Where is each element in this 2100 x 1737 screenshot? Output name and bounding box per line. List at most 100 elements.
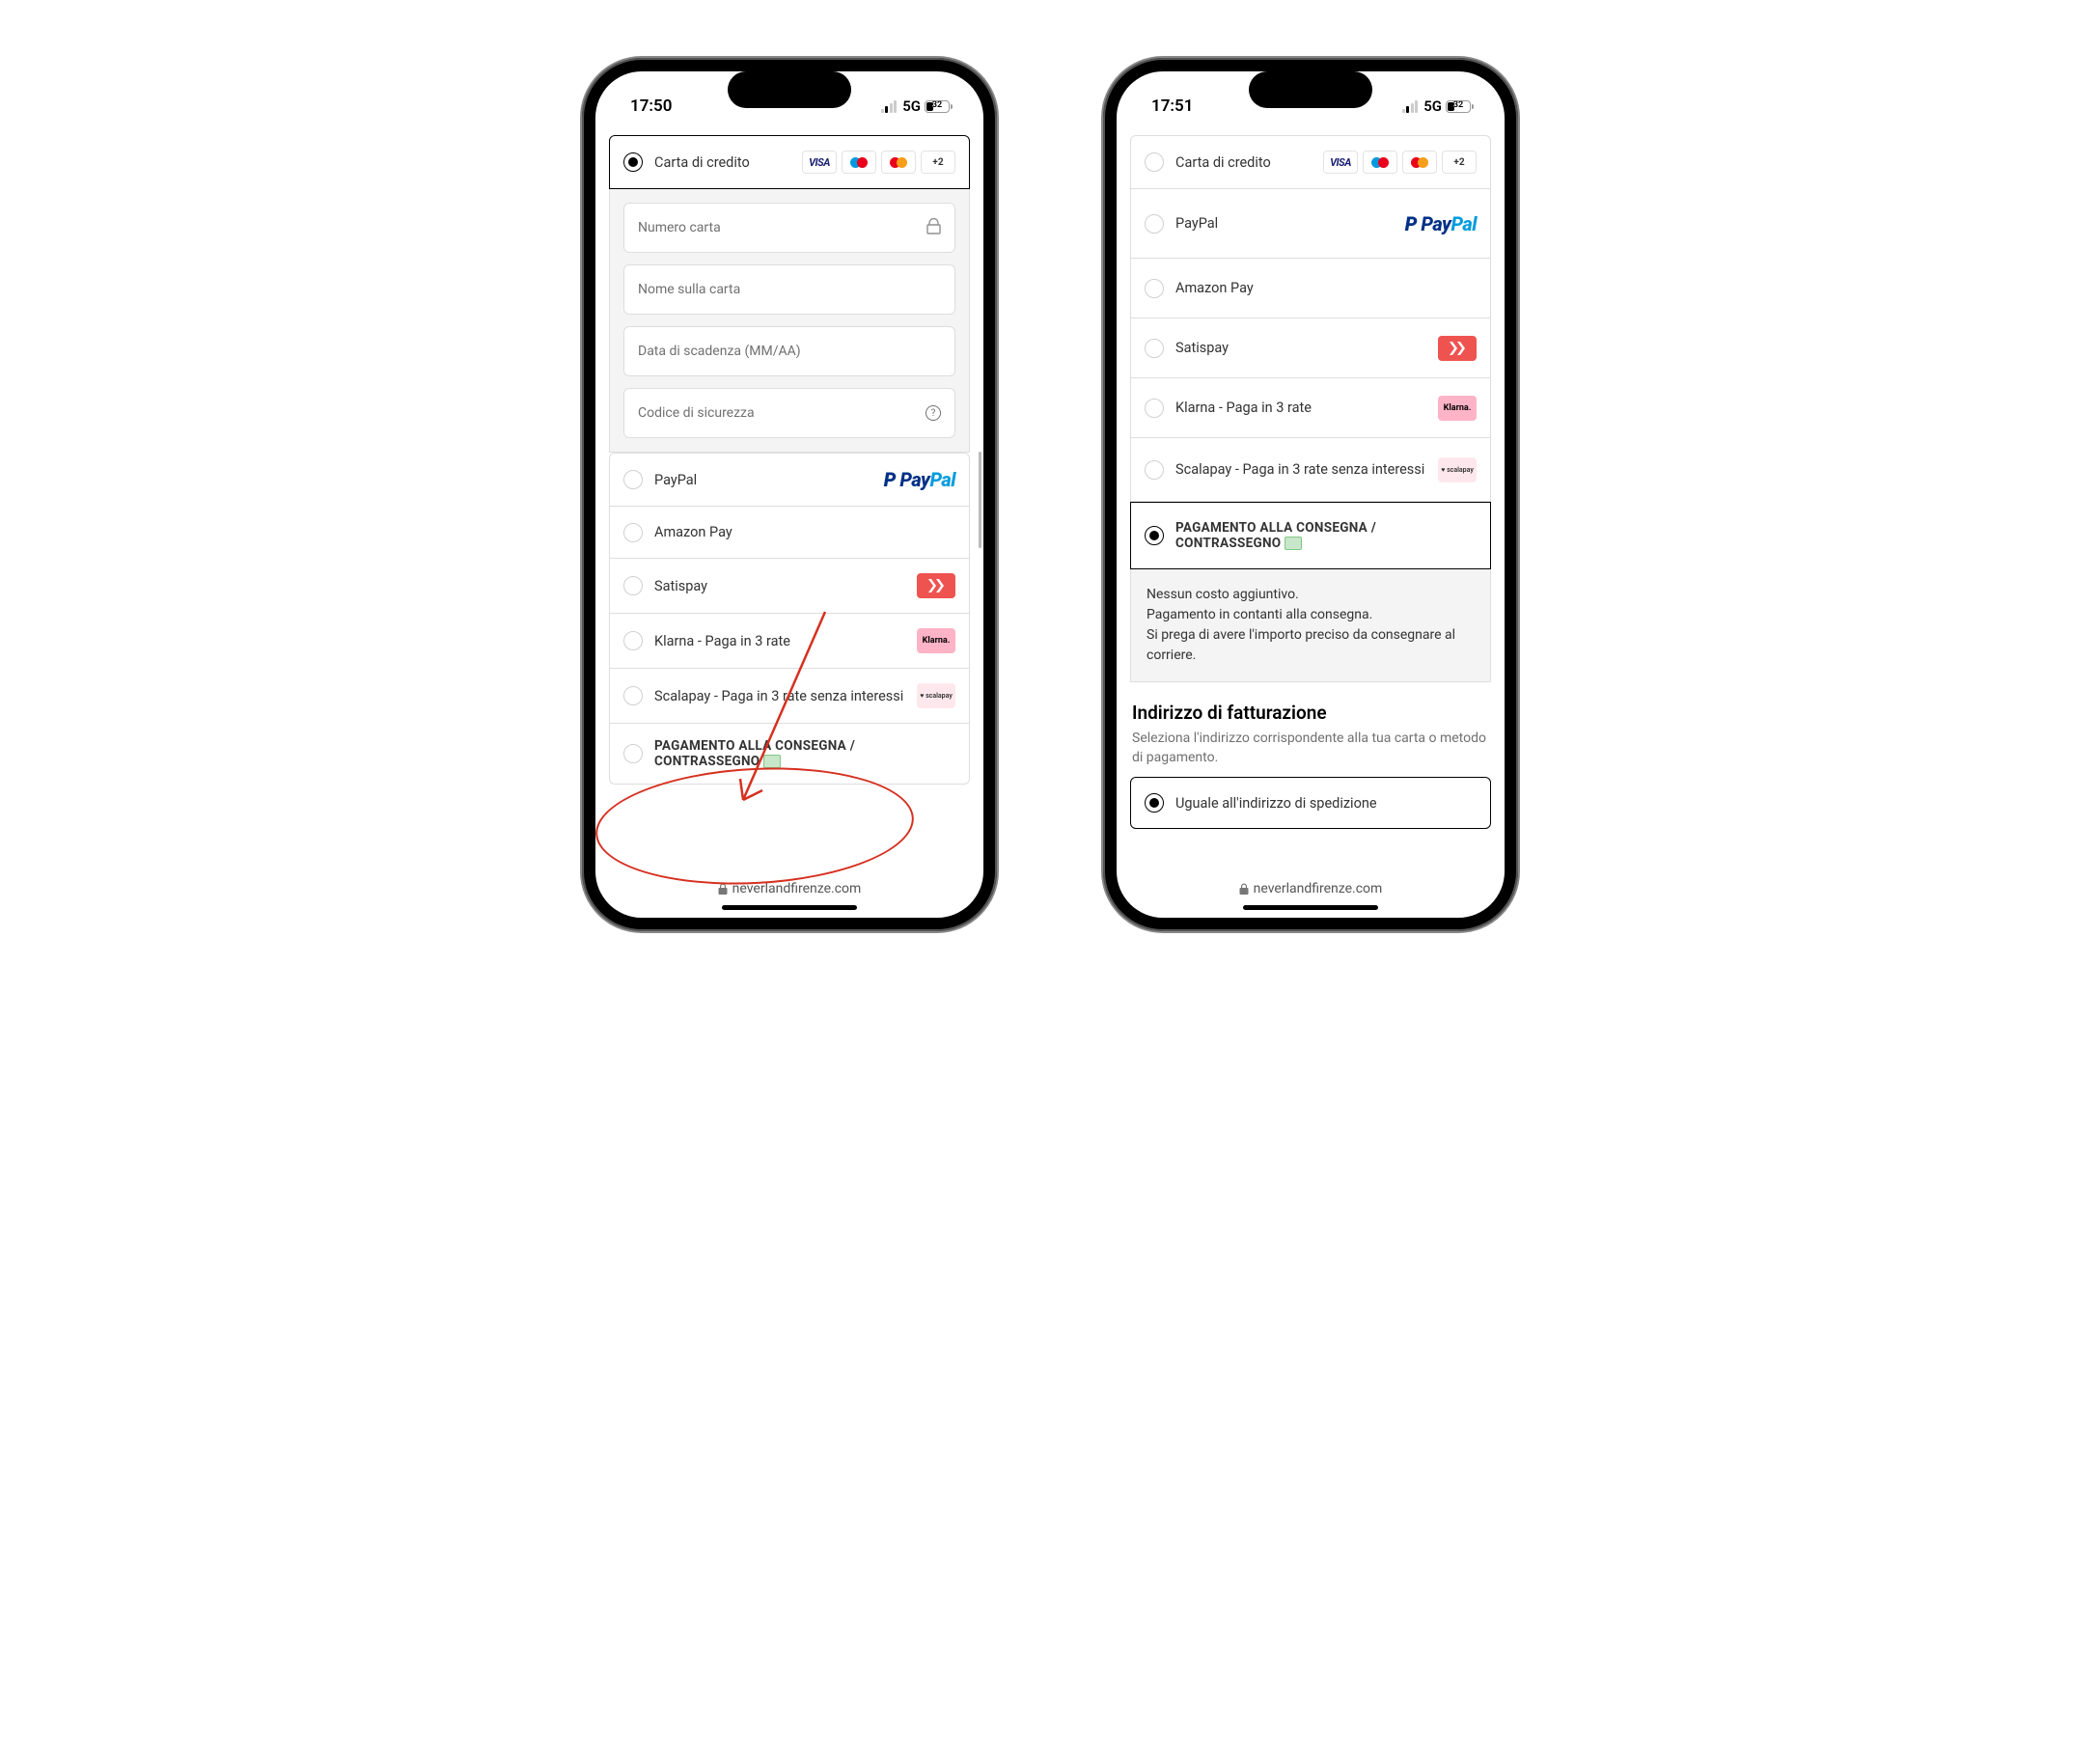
cash-icon xyxy=(763,755,781,768)
radio-icon xyxy=(623,686,643,705)
amazon-label: Amazon Pay xyxy=(654,524,955,540)
paypal-label: PayPal xyxy=(654,472,872,488)
card-expiry-input[interactable]: Data di scadenza (MM/AA) xyxy=(623,326,955,376)
payment-option-list: PayPal P PayPal Amazon Pay Satispay Kl xyxy=(609,453,970,785)
more-brands-badge[interactable]: +2 xyxy=(921,151,955,174)
paypal-label: PayPal xyxy=(1175,215,1394,232)
cod-line2: Pagamento in contanti alla consegna. xyxy=(1147,605,1475,625)
radio-icon xyxy=(1145,460,1164,480)
phone-notch xyxy=(728,71,851,108)
checkout-content: Carta di credito VISA +2 PayPal P PayPal xyxy=(1117,124,1505,860)
phone-screen-right: 17:51 5G 32 Carta di credito VISA xyxy=(1117,71,1505,918)
payment-option-paypal[interactable]: PayPal P PayPal xyxy=(609,453,970,507)
radio-icon xyxy=(623,744,643,763)
klarna-icon: Klarna. xyxy=(1438,396,1477,421)
signal-icon xyxy=(881,100,898,113)
cod-line1: Nessun costo aggiuntivo. xyxy=(1147,585,1475,605)
payment-option-klarna[interactable]: Klarna - Paga in 3 rate Klarna. xyxy=(609,614,970,669)
paypal-icon: P PayPal xyxy=(1405,212,1477,235)
radio-icon xyxy=(1145,214,1164,234)
radio-icon xyxy=(1145,279,1164,298)
radio-icon xyxy=(623,523,643,542)
amazon-label: Amazon Pay xyxy=(1175,280,1477,296)
card-expiry-placeholder: Data di scadenza (MM/AA) xyxy=(638,344,801,359)
payment-option-cod[interactable]: PAGAMENTO ALLA CONSEGNA / CONTRASSEGNO xyxy=(1130,502,1491,569)
card-cvv-input[interactable]: Codice di sicurezza ? xyxy=(623,388,955,438)
phone-notch xyxy=(1249,71,1372,108)
billing-subtitle: Seleziona l'indirizzo corrispondente all… xyxy=(1132,730,1489,767)
url-bar[interactable]: neverlandfirenze.com xyxy=(1239,881,1383,896)
payment-option-satispay[interactable]: Satispay xyxy=(609,559,970,614)
satispay-icon xyxy=(917,573,955,598)
phone-screen-left: 17:50 5G 32 Carta di credito VISA +2 xyxy=(595,71,983,918)
klarna-label: Klarna - Paga in 3 rate xyxy=(654,633,905,649)
maestro-icon xyxy=(1363,151,1397,174)
signal-icon xyxy=(1402,100,1419,113)
phone-mockup-left: 17:50 5G 32 Carta di credito VISA +2 xyxy=(582,58,997,931)
payment-option-klarna[interactable]: Klarna - Paga in 3 rate Klarna. xyxy=(1130,378,1491,438)
klarna-icon: Klarna. xyxy=(917,628,955,653)
paypal-icon: P PayPal xyxy=(884,468,955,491)
visa-icon: VISA xyxy=(1323,151,1358,174)
radio-icon xyxy=(1145,399,1164,418)
payment-option-scalapay[interactable]: Scalapay - Paga in 3 rate senza interess… xyxy=(1130,438,1491,502)
payment-option-list: Carta di credito VISA +2 PayPal P PayPal xyxy=(1130,135,1491,502)
payment-option-satispay[interactable]: Satispay xyxy=(1130,318,1491,378)
lock-icon xyxy=(718,883,728,895)
radio-icon xyxy=(623,631,643,650)
browser-footer: neverlandfirenze.com xyxy=(595,860,983,918)
payment-option-credit-card[interactable]: Carta di credito VISA +2 xyxy=(609,135,970,189)
help-icon[interactable]: ? xyxy=(926,405,941,421)
card-cvv-placeholder: Codice di sicurezza xyxy=(638,405,755,421)
visa-icon: VISA xyxy=(802,151,837,174)
radio-icon xyxy=(623,576,643,595)
lock-icon xyxy=(1239,883,1249,895)
checkout-content: Carta di credito VISA +2 Numero carta No… xyxy=(595,124,983,860)
credit-card-label: Carta di credito xyxy=(654,154,790,171)
payment-option-amazon[interactable]: Amazon Pay xyxy=(1130,259,1491,318)
card-brand-group: VISA +2 xyxy=(802,151,955,174)
battery-icon: 32 xyxy=(1446,100,1474,113)
lock-icon xyxy=(926,218,941,238)
scrollbar[interactable] xyxy=(979,452,981,548)
scalapay-icon: ♥ scalapay xyxy=(1438,457,1477,482)
url-text: neverlandfirenze.com xyxy=(1254,881,1383,896)
cod-details: Nessun costo aggiuntivo. Pagamento in co… xyxy=(1130,569,1491,682)
mastercard-icon xyxy=(1402,151,1437,174)
card-name-input[interactable]: Nome sulla carta xyxy=(623,264,955,315)
payment-option-amazon[interactable]: Amazon Pay xyxy=(609,507,970,559)
phone-mockup-right: 17:51 5G 32 Carta di credito VISA xyxy=(1103,58,1518,931)
more-brands-badge[interactable]: +2 xyxy=(1442,151,1477,174)
home-indicator[interactable] xyxy=(1243,905,1378,910)
payment-option-scalapay[interactable]: Scalapay - Paga in 3 rate senza interess… xyxy=(609,669,970,724)
url-text: neverlandfirenze.com xyxy=(732,881,862,896)
satispay-label: Satispay xyxy=(1175,340,1426,356)
card-number-input[interactable]: Numero carta xyxy=(623,203,955,253)
payment-option-credit-card[interactable]: Carta di credito VISA +2 xyxy=(1130,135,1491,189)
card-number-placeholder: Numero carta xyxy=(638,220,721,235)
battery-icon: 32 xyxy=(925,100,953,113)
scalapay-label: Scalapay - Paga in 3 rate senza interess… xyxy=(1175,461,1426,478)
status-right: 5G 32 xyxy=(881,97,953,115)
payment-option-paypal[interactable]: PayPal P PayPal xyxy=(1130,189,1491,259)
card-form: Numero carta Nome sulla carta Data di sc… xyxy=(609,189,970,453)
cod-line3: Si prega di avere l'importo preciso da c… xyxy=(1147,625,1475,666)
url-bar[interactable]: neverlandfirenze.com xyxy=(718,881,862,896)
scalapay-label: Scalapay - Paga in 3 rate senza interess… xyxy=(654,688,905,704)
status-time: 17:50 xyxy=(630,96,672,116)
cod-label: PAGAMENTO ALLA CONSEGNA / CONTRASSEGNO xyxy=(654,738,955,769)
billing-same-as-shipping[interactable]: Uguale all'indirizzo di spedizione xyxy=(1130,777,1491,829)
radio-selected-icon xyxy=(1145,526,1164,545)
satispay-icon xyxy=(1438,336,1477,361)
billing-section: Indirizzo di fatturazione Seleziona l'in… xyxy=(1130,682,1491,777)
radio-icon xyxy=(1145,339,1164,358)
scalapay-icon: ♥ scalapay xyxy=(917,683,955,708)
mastercard-icon xyxy=(881,151,916,174)
network-label: 5G xyxy=(1423,97,1442,115)
status-time: 17:51 xyxy=(1151,96,1193,116)
home-indicator[interactable] xyxy=(722,905,857,910)
radio-selected-icon xyxy=(1145,793,1164,813)
payment-option-cod[interactable]: PAGAMENTO ALLA CONSEGNA / CONTRASSEGNO xyxy=(609,724,970,785)
card-name-placeholder: Nome sulla carta xyxy=(638,282,740,297)
radio-selected-icon xyxy=(623,152,643,172)
